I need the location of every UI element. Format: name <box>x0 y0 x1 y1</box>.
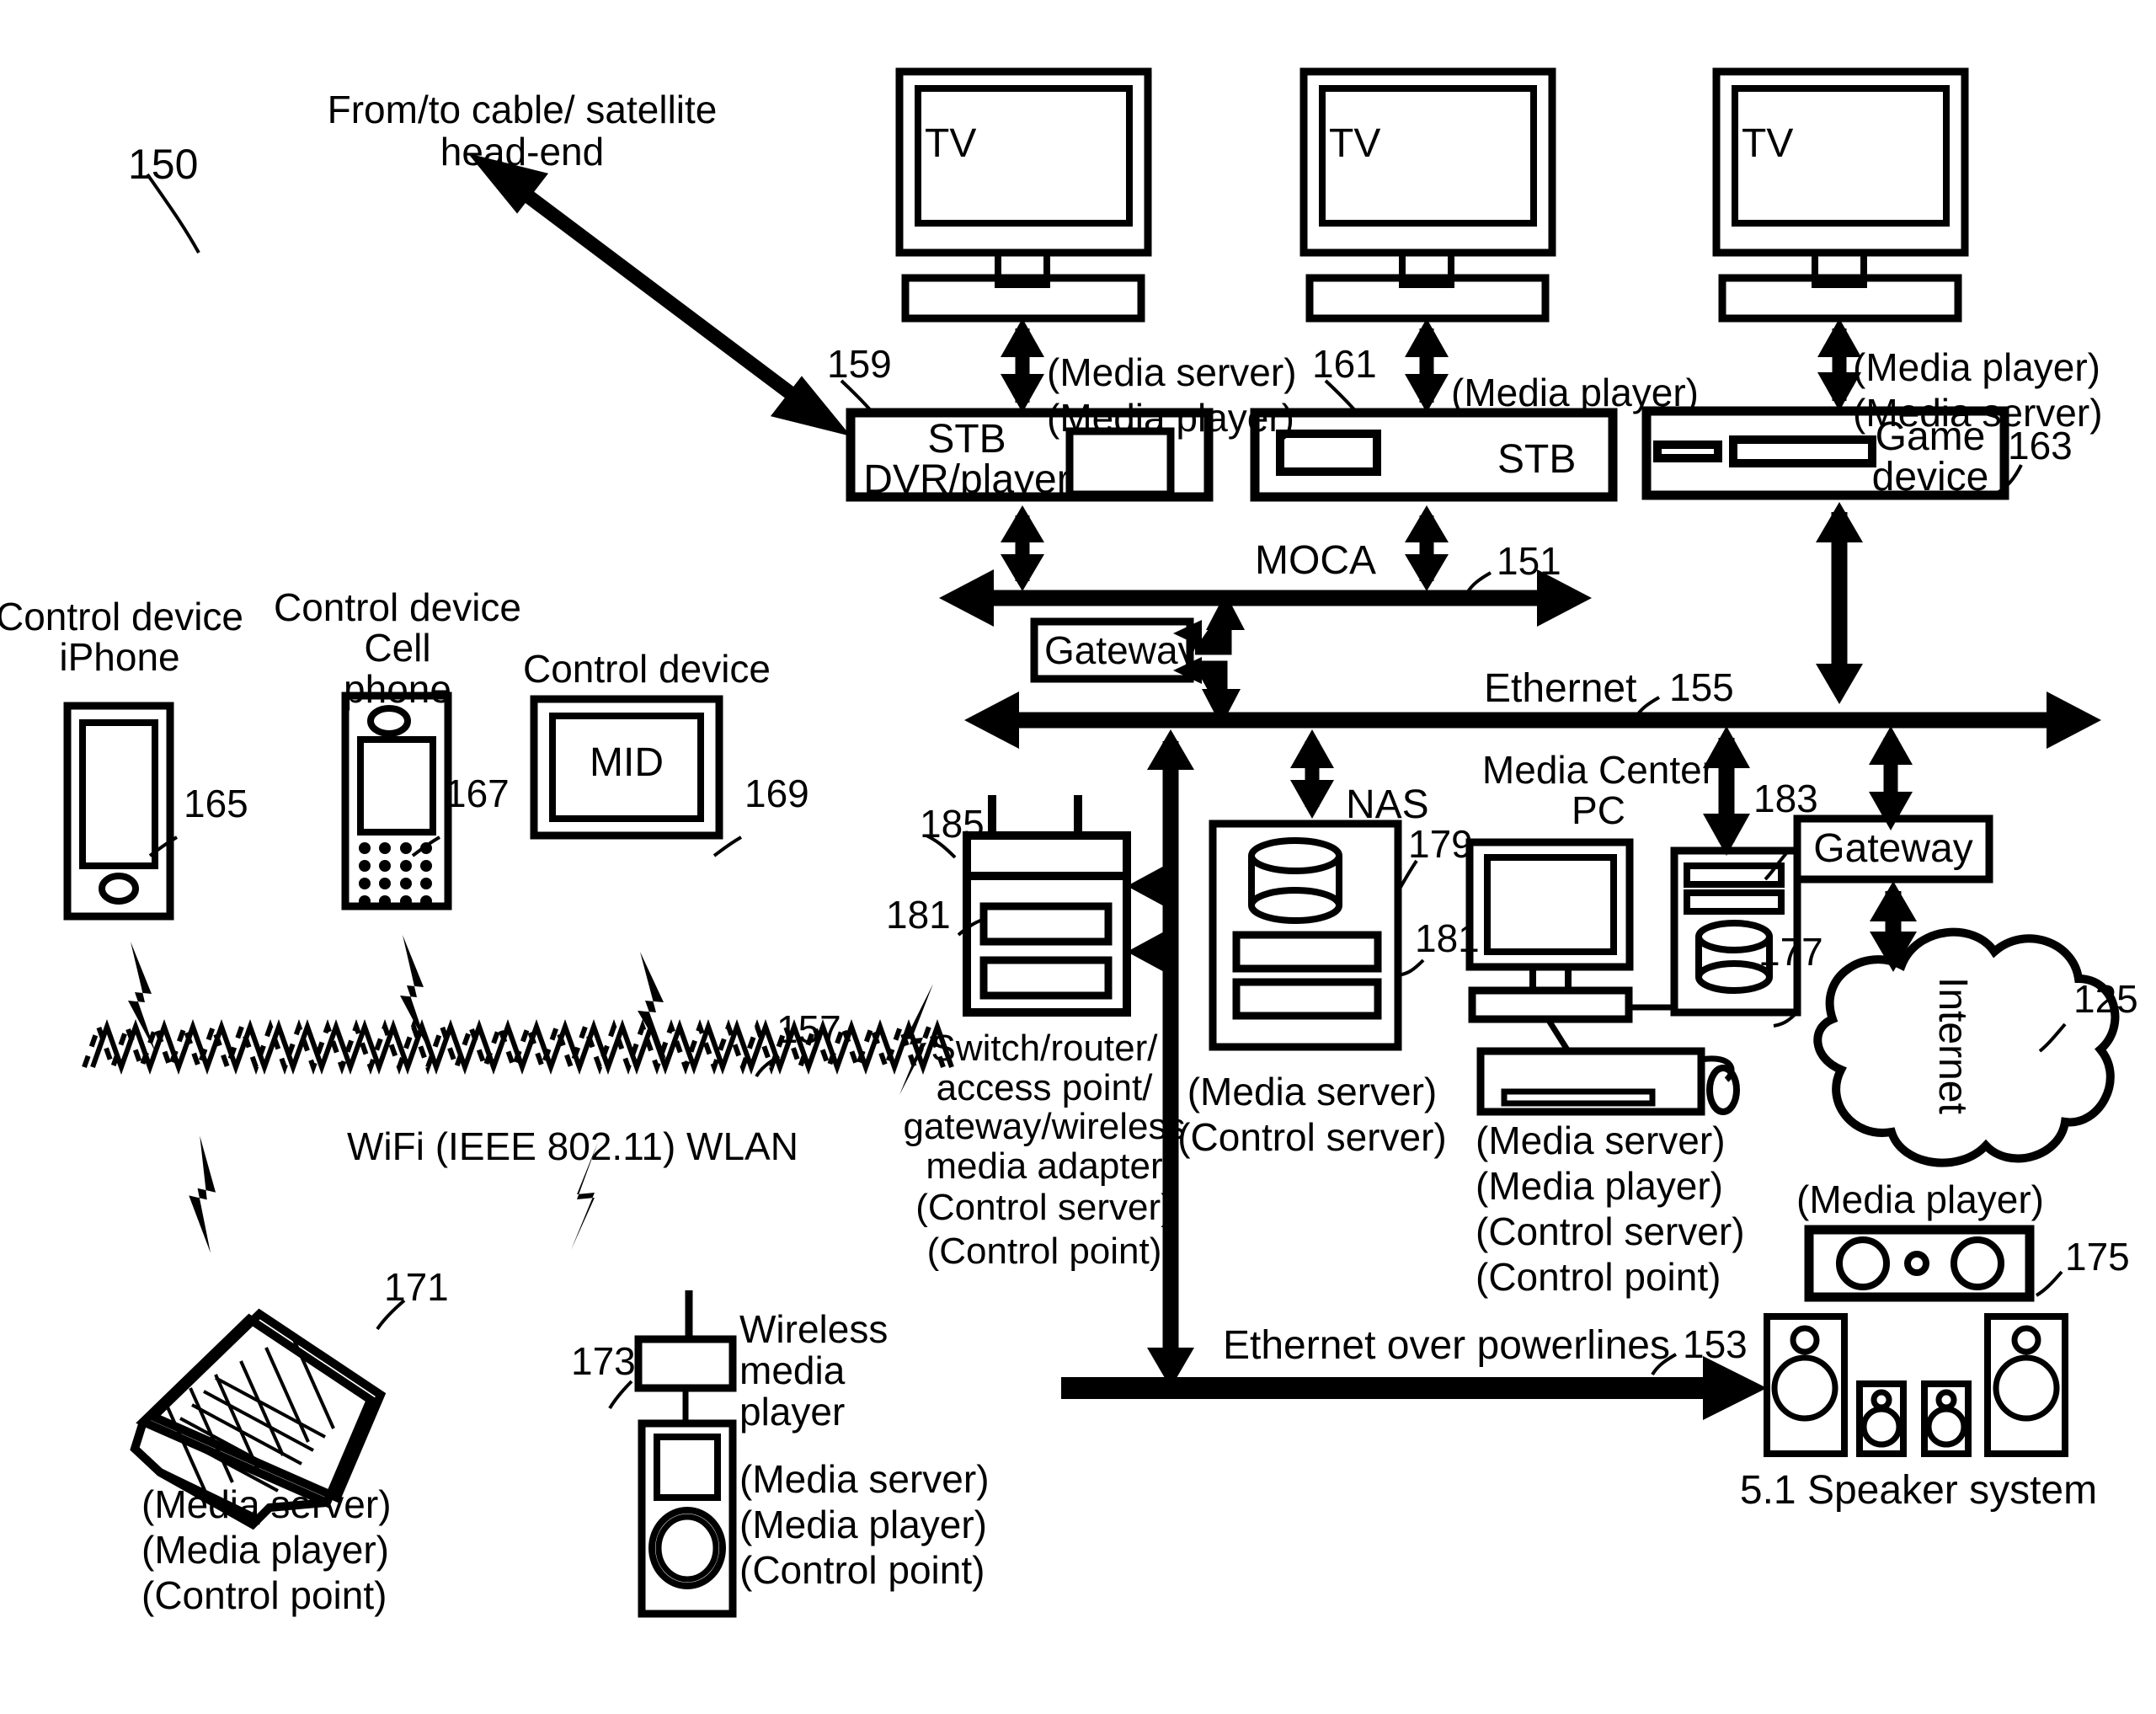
nas-role-2: (Control server) <box>1177 1115 1447 1159</box>
mid-screen-label: MID <box>590 740 664 785</box>
headend-arrow <box>467 153 851 436</box>
pc-role-2: (Media player) <box>1476 1164 1723 1208</box>
pc-role-4: (Control point) <box>1476 1255 1721 1299</box>
switch-ethernet-arrows <box>1127 864 1167 974</box>
tv-2-label: TV <box>1329 121 1381 166</box>
wmp-role-3: (Control point) <box>739 1548 985 1592</box>
cellphone-keypad <box>359 842 435 907</box>
stb-dvr-label: STB DVR/player <box>863 417 1070 502</box>
tv-1-graphic <box>895 67 1152 323</box>
ref-157: 157 <box>776 1007 841 1051</box>
speaker-system-label: 5.1 Speaker system <box>1739 1468 2098 1513</box>
ref-171: 171 <box>384 1265 449 1309</box>
game-device-label: Game device <box>1871 414 1989 499</box>
figure-number: 150 <box>128 141 199 188</box>
stb-dvr-role-2: (Media player) <box>1047 396 1294 440</box>
ref-181-nas: 181 <box>1415 916 1480 960</box>
ethernet-bus-label: Ethernet <box>1484 666 1637 711</box>
ref-183: 183 <box>1753 777 1818 820</box>
tv-1-label: TV <box>925 121 977 166</box>
tv-3-graphic <box>1712 67 1969 323</box>
av-receiver-graphic <box>1804 1225 2035 1302</box>
switch-router-label: Switch/router/access point/gateway/wirel… <box>903 1028 1186 1187</box>
pc-role-1: (Media server) <box>1476 1119 1726 1162</box>
ref-179: 179 <box>1408 822 1473 866</box>
powerline-bus-label: Ethernet over powerlines <box>1223 1323 1670 1368</box>
av-receiver-role: (Media player) <box>1796 1177 2044 1221</box>
wifi-bolts <box>128 935 933 1253</box>
ref-125: 125 <box>2073 977 2138 1021</box>
bolt-laptop <box>189 1135 216 1253</box>
pc-role-3: (Control server) <box>1476 1209 1745 1253</box>
ref-181-switch: 181 <box>886 893 951 937</box>
ref-173: 173 <box>571 1339 636 1383</box>
laptop-role-2: (Media player) <box>141 1528 389 1572</box>
game-role-1: (Media player) <box>1853 345 2100 389</box>
nas-role-1: (Media server) <box>1187 1070 1438 1113</box>
wireless-media-player-label: Wireless media player <box>739 1307 889 1434</box>
ref-175: 175 <box>2065 1235 2130 1279</box>
ref-169: 169 <box>744 772 809 815</box>
moca-drops <box>1001 505 1449 591</box>
control-cell-label: Control device Cell phone <box>273 585 522 711</box>
wireless-media-player-graphic <box>634 1290 737 1618</box>
nas-graphic <box>1209 820 1402 1051</box>
ref-167: 167 <box>445 772 510 815</box>
stb-dvr-role-1: (Media server) <box>1047 350 1297 394</box>
wifi-bus-label: WiFi (IEEE 802.11) WLAN <box>347 1124 798 1168</box>
ref-177: 177 <box>1758 930 1823 974</box>
stb-label: STB <box>1497 437 1577 482</box>
ref-151: 151 <box>1497 539 1561 583</box>
figure-canvas: 150 From/to cable/ satellite head-end TV … <box>0 0 2156 1714</box>
control-mid-label: Control device <box>522 647 771 691</box>
stb-role-1: (Media player) <box>1451 371 1699 414</box>
switch-role-2: (Control point) <box>926 1231 1162 1272</box>
tv-2-graphic <box>1299 67 1556 323</box>
gateway-moca-label[interactable]: Gateway <box>1044 629 1198 672</box>
ref-161: 161 <box>1312 342 1377 386</box>
switch-router-graphic <box>963 795 1131 1017</box>
headend-label: From/to cable/ satellite head-end <box>327 88 718 174</box>
control-iphone-label: Control device iPhone <box>0 595 244 680</box>
laptop-role-3: (Control point) <box>141 1573 387 1617</box>
wmp-role-2: (Media player) <box>739 1503 987 1546</box>
nas-label: NAS <box>1346 782 1429 827</box>
ref-159: 159 <box>827 342 892 386</box>
ref-165: 165 <box>184 782 248 825</box>
ref-153: 153 <box>1683 1322 1748 1366</box>
media-center-pc-label: Media Center PC <box>1481 748 1716 833</box>
game-ethernet-link <box>1816 502 1863 704</box>
ref-155: 155 <box>1669 665 1734 709</box>
internet-label: Internet <box>1929 977 1975 1114</box>
ref-185: 185 <box>920 802 985 846</box>
moca-bus-label: MOCA <box>1255 538 1376 583</box>
wmp-role-1: (Media server) <box>739 1457 990 1501</box>
gateway-internet-label[interactable]: Gateway <box>1813 827 1972 871</box>
switch-role-1: (Control server) <box>915 1187 1173 1228</box>
media-center-pc-graphic <box>1465 838 1801 1116</box>
laptop-role-1: (Media server) <box>141 1482 392 1526</box>
speaker-system-graphic <box>1764 1313 2068 1457</box>
tv-3-label: TV <box>1742 121 1794 166</box>
iphone-graphic <box>63 702 174 921</box>
